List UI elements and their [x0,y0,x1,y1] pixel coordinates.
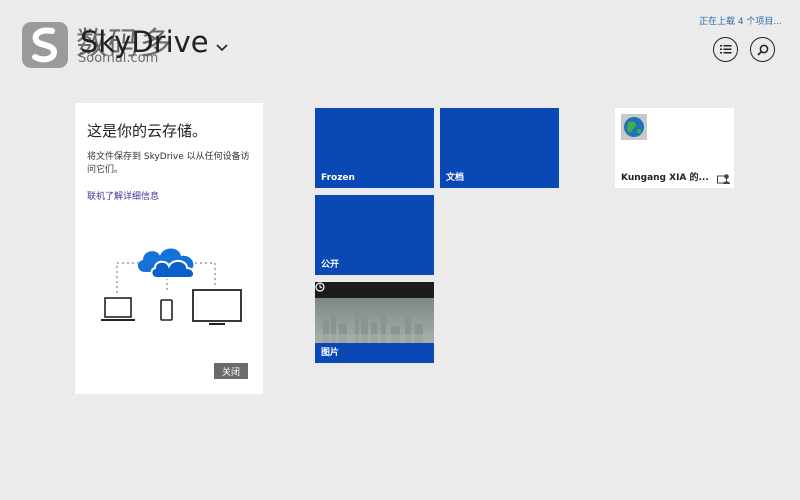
search-button[interactable] [750,37,775,62]
folder-tile-public[interactable]: 公开 [315,195,434,275]
upload-status[interactable]: 正在上载 4 个项目... [699,14,782,27]
tile-label: Kungang XIA 的... [621,173,709,183]
info-panel: 这是你的云存储。 将文件保存到 SkyDrive 以从任何设备访问它们。 联机了… [75,103,263,394]
panel-heading: 这是你的云存储。 [87,122,208,140]
clock-icon [315,282,325,292]
chevron-down-icon[interactable] [215,42,229,52]
close-button[interactable]: 关闭 [214,363,248,379]
soomal-logo-icon [22,22,68,68]
search-icon [756,44,768,56]
tile-label: 公开 [321,260,340,270]
globe-icon [624,117,644,137]
learn-more-link[interactable]: 联机了解详细信息 [87,189,159,202]
shared-thumbnail [621,114,647,140]
folder-tile-frozen[interactable]: Frozen [315,108,434,188]
tile-label: Frozen [321,173,355,183]
tile-label: 图片 [321,348,340,358]
list-icon [719,45,731,54]
tile-label: 文档 [446,173,465,183]
app-title[interactable]: SkyDrive [80,28,209,57]
folder-tile-pictures[interactable]: 图片 [315,282,434,363]
folder-tile-documents[interactable]: 文档 [440,108,559,188]
view-toggle-button[interactable] [713,37,738,62]
cloud-devices-icon [101,248,242,325]
shared-folder-icon [717,174,730,184]
panel-body: 将文件保存到 SkyDrive 以从任何设备访问它们。 [87,152,250,175]
shared-folder-tile[interactable]: Kungang XIA 的... [615,108,734,188]
